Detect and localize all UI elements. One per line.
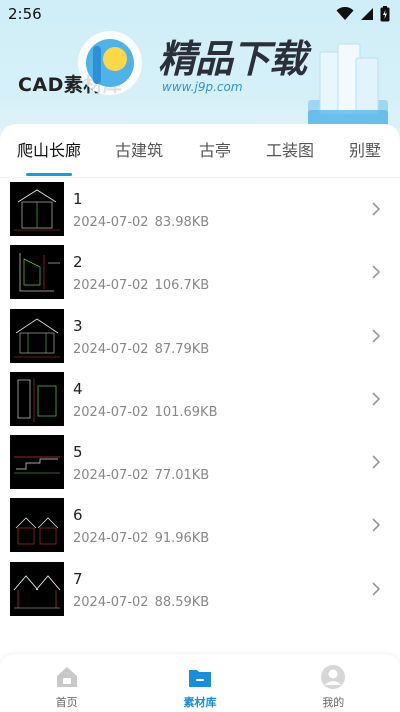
battery-icon [380, 6, 390, 22]
nav-label: 我的 [322, 696, 345, 709]
folder-icon [188, 670, 211, 687]
nav-library[interactable]: 素材库 [160, 664, 240, 710]
file-meta: 2024-07-02 77.01KB [73, 468, 209, 483]
tab-label: 古建筑 [114, 140, 163, 160]
file-date: 2024-07-02 [73, 278, 149, 294]
file-date: 2024-07-02 [73, 215, 149, 230]
file-name: 1 [73, 190, 83, 208]
tab-gu-jianzhu[interactable]: 古建筑 [98, 124, 180, 178]
tab-label: 工装图 [265, 140, 314, 160]
home-icon [56, 667, 77, 687]
file-size: 87.79KB [154, 341, 210, 357]
cad-thumbnail [10, 561, 64, 616]
category-tabs: 爬山长廊 古建筑 古亭 工装图 别墅 [0, 124, 400, 178]
file-size: 101.69KB [154, 404, 218, 420]
file-meta: 2024-07-02 101.69KB [73, 405, 218, 420]
cad-thumbnail [10, 182, 64, 236]
file-size: 77.01KB [154, 468, 210, 484]
cad-thumbnail [10, 498, 64, 553]
cad-thumbnail [10, 435, 64, 490]
list-item[interactable]: 1 2024-07-02 83.98KB [0, 178, 400, 241]
nav-label: 素材库 [183, 696, 217, 709]
file-date: 2024-07-02 [73, 404, 149, 420]
file-date: 2024-07-02 [73, 341, 149, 357]
file-name: 7 [73, 569, 83, 588]
file-list: 1 2024-07-02 83.98KB 2 2024-07-02 106.7KB [0, 178, 400, 621]
signal-icon [361, 8, 373, 20]
list-item[interactable]: 3 2024-07-02 87.79KB [0, 305, 400, 368]
file-meta: 2024-07-02 88.59KB [73, 595, 209, 610]
file-meta: 2024-07-02 83.98KB [73, 215, 209, 230]
cad-thumbnail [10, 371, 64, 426]
chevron-right-icon [372, 265, 381, 279]
list-item[interactable]: 7 2024-07-02 88.59KB [0, 558, 400, 621]
file-name: 2 [73, 253, 83, 272]
nav-mine[interactable]: 我的 [293, 664, 373, 710]
file-size: 91.96KB [154, 531, 210, 547]
status-bar: 2:56 [0, 0, 400, 28]
file-size: 88.59KB [154, 594, 210, 610]
file-name: 5 [73, 443, 83, 462]
nav-home[interactable]: 首页 [27, 664, 107, 710]
brand-logo [78, 31, 142, 95]
tab-active-indicator [26, 172, 72, 176]
list-item[interactable]: 2 2024-07-02 106.7KB [0, 241, 400, 304]
file-meta: 2024-07-02 91.96KB [73, 531, 209, 546]
nav-label: 首页 [55, 696, 78, 709]
file-date: 2024-07-02 [73, 531, 149, 547]
tab-pashan-changlang[interactable]: 爬山长廊 [0, 124, 98, 178]
tab-bieshu[interactable]: 别墅 [330, 124, 400, 178]
file-meta: 2024-07-02 87.79KB [73, 342, 209, 357]
chevron-right-icon [372, 455, 381, 469]
file-name: 3 [73, 316, 83, 335]
file-date: 2024-07-02 [73, 594, 149, 610]
chevron-right-icon [372, 392, 381, 406]
list-item[interactable]: 6 2024-07-02 91.96KB [0, 494, 400, 557]
tab-label: 别墅 [348, 140, 381, 160]
bottom-nav: 首页 素材库 我的 [0, 654, 400, 712]
file-meta: 2024-07-02 106.7KB [73, 278, 209, 293]
brand-text: 精品下载 [158, 37, 307, 81]
content-card: 爬山长廊 古建筑 古亭 工装图 别墅 1 2024-07-02 83.98KB … [0, 124, 400, 664]
list-item[interactable]: 4 2024-07-02 101.69KB [0, 368, 400, 431]
chevron-right-icon [372, 582, 381, 596]
cad-thumbnail [10, 308, 64, 363]
status-icons [336, 6, 390, 22]
file-size: 83.98KB [154, 215, 210, 230]
tab-gu-ting[interactable]: 古亭 [180, 124, 250, 178]
tab-label: 爬山长廊 [16, 140, 81, 160]
wifi-icon [336, 7, 354, 20]
status-time: 2:56 [8, 5, 42, 23]
file-name: 4 [73, 379, 83, 398]
brand-url: www.j9p.com [162, 80, 243, 94]
chevron-right-icon [372, 518, 381, 533]
chevron-right-icon [372, 329, 381, 343]
chevron-right-icon [372, 202, 381, 216]
file-date: 2024-07-02 [73, 468, 149, 484]
file-name: 6 [73, 506, 83, 525]
cad-thumbnail [10, 245, 64, 300]
tab-gongzhuang-tu[interactable]: 工装图 [250, 124, 330, 178]
file-size: 106.7KB [154, 278, 210, 294]
user-icon [321, 665, 346, 689]
list-item[interactable]: 5 2024-07-02 77.01KB [0, 431, 400, 494]
tab-label: 古亭 [198, 140, 231, 160]
